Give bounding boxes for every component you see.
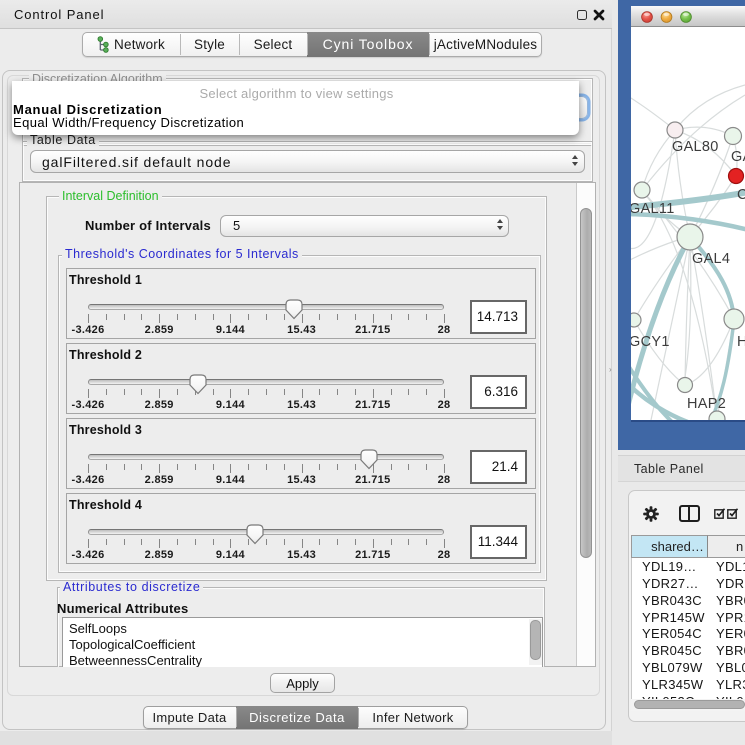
svg-text:GAL80: GAL80 [672,139,719,155]
svg-text:GCY1: GCY1 [631,334,670,350]
svg-text:GAL2: GAL2 [731,149,745,165]
svg-text:HIS4: HIS4 [737,334,745,350]
svg-text:GAL11: GAL11 [631,201,675,217]
svg-text:HAP2: HAP2 [687,396,726,412]
svg-text:GAL4: GAL4 [692,251,730,267]
svg-text:CD: CD [737,187,745,203]
